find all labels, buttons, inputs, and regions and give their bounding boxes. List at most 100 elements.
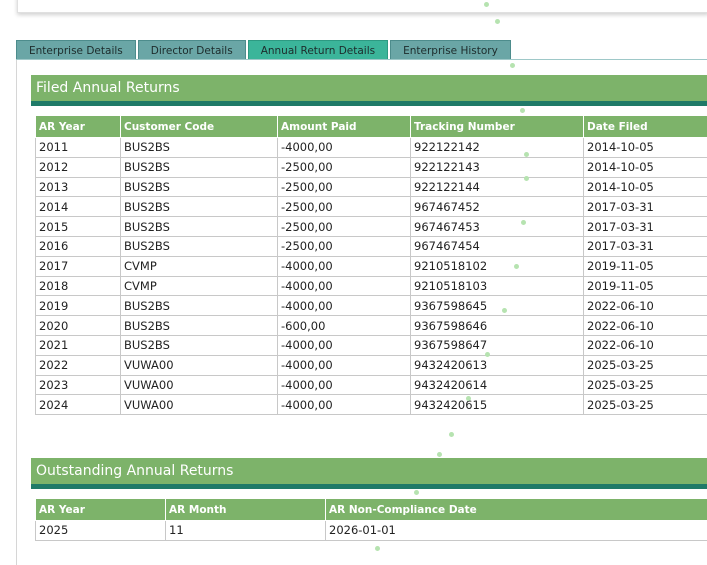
table-cell: -4000,00 xyxy=(277,334,411,356)
outstanding-returns-table: AR Year AR Month AR Non-Compliance Date … xyxy=(35,498,707,541)
table-cell: -2500,00 xyxy=(277,196,411,218)
table-cell: 9210518103 xyxy=(410,275,584,297)
table-row: 2012 BUS2BS -2500,00 922122143 2014-10-05 xyxy=(35,156,707,178)
table-row: 2024 VUWA00 -4000,00 9432420615 2025-03-25 xyxy=(35,394,707,416)
tab-enterprise-history[interactable]: Enterprise History xyxy=(390,40,511,60)
table-row: 2011 BUS2BS -4000,00 922122142 2014-10-05 xyxy=(35,137,707,158)
table-cell: VUWA00 xyxy=(120,374,278,396)
outstanding-returns-heading: Outstanding Annual Returns xyxy=(31,458,707,489)
table-cell: 967467453 xyxy=(410,216,584,237)
table-cell: 2017-03-31 xyxy=(583,196,707,218)
table-cell: BUS2BS xyxy=(120,196,278,218)
table-cell: 2012 xyxy=(35,156,121,178)
table-cell: CVMP xyxy=(120,255,278,277)
table-cell: BUS2BS xyxy=(120,334,278,356)
table-cell: 9210518102 xyxy=(410,255,584,277)
table-cell: 2014 xyxy=(35,196,121,218)
table-cell: 2020 xyxy=(35,315,121,336)
column-header[interactable]: AR Non-Compliance Date xyxy=(325,498,707,521)
tab-annual-return-details[interactable]: Annual Return Details xyxy=(247,40,389,60)
table-cell: 9367598647 xyxy=(410,334,584,356)
table-cell: 967467454 xyxy=(410,235,584,257)
table-cell: VUWA00 xyxy=(120,354,278,376)
column-header[interactable]: Date Filed xyxy=(583,115,707,138)
table-cell: 9367598645 xyxy=(410,295,584,317)
table-row: 2014 BUS2BS -2500,00 967467452 2017-03-31 xyxy=(35,196,707,218)
table-cell: -4000,00 xyxy=(277,295,411,317)
table-cell: 2019 xyxy=(35,295,121,317)
table-cell: BUS2BS xyxy=(120,156,278,178)
top-card xyxy=(17,0,707,13)
table-cell: 2025-03-25 xyxy=(583,374,707,396)
table-cell: 2026-01-01 xyxy=(325,520,707,541)
table-cell: 922122144 xyxy=(410,176,584,198)
table-cell: 2015 xyxy=(35,216,121,237)
table-cell: -2500,00 xyxy=(277,176,411,198)
table-cell: BUS2BS xyxy=(120,216,278,237)
table-cell: 2014-10-05 xyxy=(583,137,707,158)
table-cell: BUS2BS xyxy=(120,295,278,317)
content-border xyxy=(16,60,17,565)
filed-returns-table: AR Year Customer Code Amount Paid Tracki… xyxy=(35,115,707,416)
table-row: 2017 CVMP -4000,00 9210518102 2019-11-05 xyxy=(35,255,707,277)
table-cell: 2024 xyxy=(35,394,121,416)
table-row: 2020 BUS2BS -600,00 9367598646 2022-06-10 xyxy=(35,315,707,336)
table-cell: -4000,00 xyxy=(277,394,411,416)
tab-director-details[interactable]: Director Details xyxy=(137,40,246,60)
table-cell: 2023 xyxy=(35,374,121,396)
filed-returns-heading: Filed Annual Returns xyxy=(31,75,707,106)
tab-enterprise-details[interactable]: Enterprise Details xyxy=(16,40,136,60)
column-header[interactable]: AR Year xyxy=(35,498,166,521)
table-cell: 9432420614 xyxy=(410,374,584,396)
table-row: 2023 VUWA00 -4000,00 9432420614 2025-03-25 xyxy=(35,374,707,396)
table-cell: -600,00 xyxy=(277,315,411,336)
table-cell: 2022-06-10 xyxy=(583,315,707,336)
table-cell: -4000,00 xyxy=(277,275,411,297)
table-cell: 922122142 xyxy=(410,137,584,158)
table-cell: 2025-03-25 xyxy=(583,394,707,416)
table-cell: 2017-03-31 xyxy=(583,235,707,257)
column-header[interactable]: Tracking Number xyxy=(410,115,584,138)
table-cell: 9367598646 xyxy=(410,315,584,336)
table-row: 2021 BUS2BS -4000,00 9367598647 2022-06-10 xyxy=(35,334,707,356)
table-row: 2013 BUS2BS -2500,00 922122144 2014-10-05 xyxy=(35,176,707,198)
table-cell: 2025-03-25 xyxy=(583,354,707,376)
table-cell: 2017-03-31 xyxy=(583,216,707,237)
column-header[interactable]: AR Month xyxy=(165,498,326,521)
table-cell: 2019-11-05 xyxy=(583,275,707,297)
table-cell: 9432420615 xyxy=(410,394,584,416)
column-header[interactable]: Amount Paid xyxy=(277,115,411,138)
table-row: 2025 11 2026-01-01 xyxy=(35,520,707,541)
table-row: 2015 BUS2BS -2500,00 967467453 2017-03-31 xyxy=(35,216,707,237)
table-cell: BUS2BS xyxy=(120,235,278,257)
table-cell: BUS2BS xyxy=(120,137,278,158)
table-cell: -2500,00 xyxy=(277,216,411,237)
table-cell: 922122143 xyxy=(410,156,584,178)
column-header[interactable]: Customer Code xyxy=(120,115,278,138)
table-row: 2022 VUWA00 -4000,00 9432420613 2025-03-25 xyxy=(35,354,707,376)
tab-bar: Enterprise Details Director Details Annu… xyxy=(16,40,511,60)
table-cell: 2025 xyxy=(35,520,166,541)
table-cell: 2018 xyxy=(35,275,121,297)
table-row: 2016 BUS2BS -2500,00 967467454 2017-03-31 xyxy=(35,235,707,257)
table-cell: 9432420613 xyxy=(410,354,584,376)
table-row: 2019 BUS2BS -4000,00 9367598645 2022-06-10 xyxy=(35,295,707,317)
table-cell: -2500,00 xyxy=(277,156,411,178)
table-cell: -4000,00 xyxy=(277,255,411,277)
table-cell: VUWA00 xyxy=(120,394,278,416)
table-cell: 2013 xyxy=(35,176,121,198)
table-cell: BUS2BS xyxy=(120,315,278,336)
table-cell: 2021 xyxy=(35,334,121,356)
tabs-underline xyxy=(16,59,707,60)
column-header[interactable]: AR Year xyxy=(35,115,121,138)
table-cell: -2500,00 xyxy=(277,235,411,257)
table-cell: 2014-10-05 xyxy=(583,176,707,198)
table-cell: 967467452 xyxy=(410,196,584,218)
table-cell: 2019-11-05 xyxy=(583,255,707,277)
table-cell: 2022 xyxy=(35,354,121,376)
table-cell: -4000,00 xyxy=(277,354,411,376)
table-row: 2018 CVMP -4000,00 9210518103 2019-11-05 xyxy=(35,275,707,297)
table-cell: 2014-10-05 xyxy=(583,156,707,178)
table-cell: 2022-06-10 xyxy=(583,334,707,356)
table-header-row: AR Year Customer Code Amount Paid Tracki… xyxy=(35,115,707,138)
